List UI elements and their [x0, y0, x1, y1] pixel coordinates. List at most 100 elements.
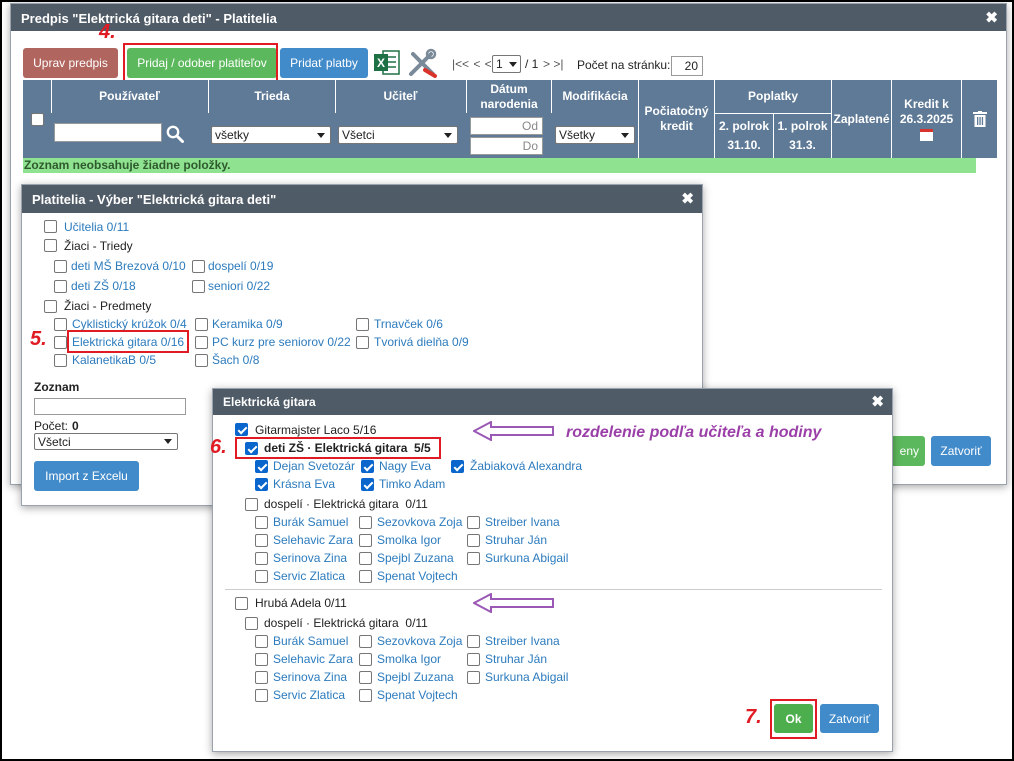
subject-checkbox[interactable] [54, 354, 67, 367]
close-icon[interactable]: ✖ [681, 192, 694, 207]
calendar-icon[interactable] [920, 129, 933, 141]
student-link[interactable]: Surkuna Abigail [485, 670, 568, 684]
class-link[interactable]: dospelí 0/19 [208, 259, 273, 273]
list-input[interactable] [34, 398, 186, 415]
modification-filter-select[interactable]: Všetky [555, 126, 635, 144]
subject-link[interactable]: Cyklistický krúžok 0/4 [72, 317, 187, 331]
tools-icon[interactable] [407, 48, 439, 78]
pager-next[interactable]: > >| [543, 57, 563, 71]
classes-group-checkbox[interactable] [44, 239, 57, 252]
col-first-half[interactable]: 1. polrok 31.3. [773, 113, 831, 158]
guitar-close-button[interactable]: Zatvoriť [820, 704, 879, 733]
class-checkbox[interactable] [54, 260, 67, 273]
class-checkbox[interactable] [192, 280, 205, 293]
import-excel-button[interactable]: Import z Excelu [34, 461, 139, 491]
subject-checkbox[interactable] [54, 318, 67, 331]
student-checkbox[interactable] [467, 516, 480, 529]
student-link[interactable]: Servic Zlatica [273, 569, 345, 583]
student-checkbox[interactable] [255, 478, 268, 491]
student-link[interactable]: Burák Samuel [273, 515, 348, 529]
class-link[interactable]: deti ZŠ 0/18 [71, 279, 136, 293]
student-checkbox[interactable] [467, 552, 480, 565]
student-link[interactable]: Spenat Vojtech [377, 569, 458, 583]
student-link[interactable]: Smolka Igor [377, 652, 441, 666]
col-second-half[interactable]: 2. polrok 31.10. [714, 113, 773, 158]
pager-prev[interactable]: < < < [462, 57, 492, 71]
subject-link[interactable]: KalanetikaB 0/5 [72, 353, 156, 367]
student-checkbox[interactable] [467, 653, 480, 666]
close-icon[interactable]: ✖ [871, 395, 884, 410]
col-class[interactable]: Trieda [208, 80, 335, 113]
subject-link[interactable]: Trnavček 0/6 [374, 317, 443, 331]
student-link[interactable]: Krásna Eva [273, 477, 335, 491]
student-checkbox[interactable] [359, 570, 372, 583]
subject-link[interactable]: Šach 0/8 [212, 353, 259, 367]
class-checkbox[interactable] [54, 280, 67, 293]
subject-checkbox[interactable] [356, 336, 369, 349]
ok-button[interactable]: Ok [774, 704, 813, 733]
subjects-group-checkbox[interactable] [44, 300, 57, 313]
student-checkbox[interactable] [359, 552, 372, 565]
count-select[interactable]: Všetci [34, 433, 178, 450]
subject-link[interactable]: PC kurz pre seniorov 0/22 [212, 335, 351, 349]
student-link[interactable]: Burák Samuel [273, 634, 348, 648]
user-filter-input[interactable] [54, 123, 162, 142]
student-link[interactable]: Timko Adam [379, 477, 445, 491]
student-checkbox[interactable] [359, 671, 372, 684]
select-all-checkbox[interactable] [31, 113, 44, 126]
main-close-button[interactable]: Zatvoriť [931, 436, 991, 466]
class-filter-select[interactable]: všetky [211, 126, 331, 144]
student-checkbox[interactable] [359, 635, 372, 648]
teacher-checkbox[interactable] [235, 423, 248, 436]
teachers-checkbox[interactable] [44, 220, 57, 233]
add-payments-button[interactable]: Pridať platby [280, 48, 368, 78]
student-link[interactable]: Žabiaková Alexandra [470, 459, 582, 473]
student-checkbox[interactable] [467, 635, 480, 648]
student-link[interactable]: Dejan Svetozár [273, 459, 355, 473]
student-checkbox[interactable] [255, 635, 268, 648]
student-checkbox[interactable] [359, 653, 372, 666]
student-link[interactable]: Streiber Ivana [485, 515, 560, 529]
group-checkbox[interactable] [245, 617, 258, 630]
student-checkbox[interactable] [359, 516, 372, 529]
per-page-input[interactable]: 20 [671, 56, 703, 76]
student-checkbox[interactable] [255, 460, 268, 473]
student-link[interactable]: Streiber Ivana [485, 634, 560, 648]
subject-checkbox[interactable] [195, 354, 208, 367]
student-link[interactable]: Struhar Ján [485, 533, 547, 547]
col-user[interactable]: Používateľ [51, 80, 207, 113]
student-checkbox[interactable] [361, 460, 374, 473]
col-teacher[interactable]: Učiteľ [335, 80, 465, 113]
student-link[interactable]: Spejbl Zuzana [377, 551, 454, 565]
student-checkbox[interactable] [467, 671, 480, 684]
student-link[interactable]: Spejbl Zuzana [377, 670, 454, 684]
class-link[interactable]: deti MŠ Brezová 0/10 [71, 259, 186, 273]
subject-checkbox[interactable] [195, 336, 208, 349]
close-icon[interactable]: ✖ [985, 10, 998, 25]
teacher-checkbox[interactable] [235, 597, 248, 610]
student-checkbox[interactable] [255, 570, 268, 583]
student-link[interactable]: Serinova Zina [273, 551, 347, 565]
student-checkbox[interactable] [255, 671, 268, 684]
excel-icon[interactable]: X [373, 49, 401, 76]
birth-to-input[interactable]: Do [470, 137, 543, 155]
teacher-filter-select[interactable]: Všetci [338, 126, 458, 144]
student-checkbox[interactable] [255, 689, 268, 702]
subject-link[interactable]: Keramika 0/9 [212, 317, 283, 331]
class-checkbox[interactable] [192, 260, 205, 273]
birth-from-input[interactable]: Od [470, 117, 543, 135]
col-credit[interactable]: Kredit k 26.3.2025 [891, 80, 961, 158]
student-link[interactable]: Sezovkova Zoja [377, 634, 462, 648]
student-link[interactable]: Selehavic Zara [273, 652, 353, 666]
col-initial-credit[interactable]: Počiatočný kredit [638, 80, 714, 158]
student-checkbox[interactable] [255, 552, 268, 565]
student-checkbox[interactable] [359, 689, 372, 702]
class-link[interactable]: seniori 0/22 [208, 279, 270, 293]
col-paid[interactable]: Zaplatené [831, 80, 891, 158]
student-link[interactable]: Serinova Zina [273, 670, 347, 684]
student-link[interactable]: Sezovkova Zoja [377, 515, 462, 529]
teachers-link[interactable]: Učitelia 0/11 [64, 220, 129, 234]
student-link[interactable]: Nagy Eva [379, 459, 431, 473]
subject-checkbox[interactable] [195, 318, 208, 331]
student-checkbox[interactable] [451, 460, 464, 473]
